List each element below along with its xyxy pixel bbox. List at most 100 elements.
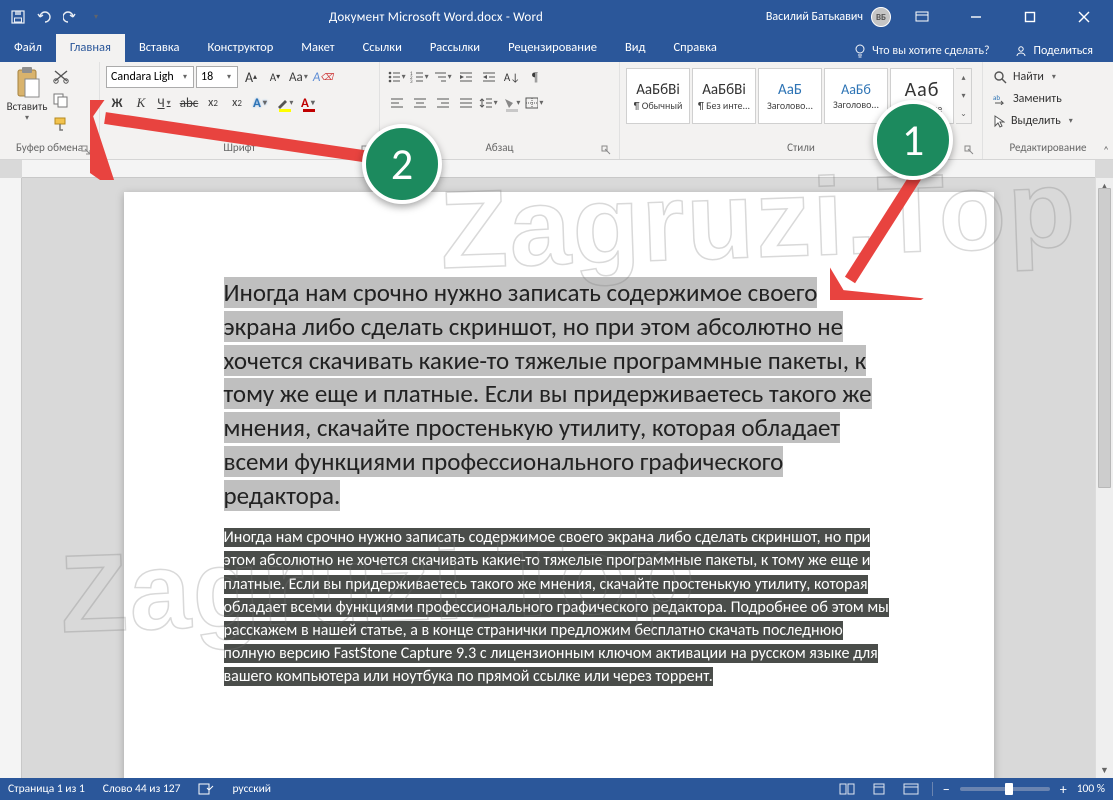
dialog-launcher-icon[interactable]	[601, 145, 613, 157]
superscript-button[interactable]: x2	[226, 92, 248, 114]
svg-text:ab: ab	[993, 93, 1000, 102]
close-icon[interactable]	[1061, 0, 1107, 34]
tab-view[interactable]: Вид	[611, 34, 660, 62]
paragraph-1[interactable]: Иногда нам срочно нужно записать содержи…	[224, 276, 894, 512]
title-bar: ▾ Документ Microsoft Word.docx - Word Ва…	[0, 0, 1113, 34]
tab-insert[interactable]: Вставка	[125, 34, 194, 62]
zoom-slider[interactable]	[960, 787, 1050, 791]
copy-icon[interactable]	[52, 92, 72, 110]
paste-button[interactable]: Вставить ▾	[6, 66, 48, 123]
italic-button[interactable]: К	[130, 92, 152, 114]
style-no-spacing[interactable]: АаБбВі¶ Без инте...	[692, 68, 756, 124]
align-right-icon[interactable]	[432, 92, 454, 114]
style-heading1[interactable]: АаБЗаголово...	[758, 68, 822, 124]
bullets-icon[interactable]: ▾	[386, 66, 408, 88]
user-name[interactable]: Василий Батькавич	[766, 10, 863, 24]
redo-icon[interactable]	[60, 7, 80, 27]
dialog-launcher-icon[interactable]	[81, 145, 93, 157]
tab-mailings[interactable]: Рассылки	[416, 34, 494, 62]
align-left-icon[interactable]	[386, 92, 408, 114]
status-language[interactable]: русский	[232, 782, 271, 796]
justify-icon[interactable]	[455, 92, 477, 114]
group-font: Candara Ligh▾ 18▾ A▴ A▾ Aa▾ A⌫ Ж К Ч▾ ab…	[100, 62, 380, 159]
styles-more[interactable]: ▴▾⌄	[956, 68, 972, 124]
replace-button[interactable]: abЗаменить	[989, 88, 1066, 110]
text-effects-icon[interactable]: A▾	[250, 92, 272, 114]
read-mode-icon[interactable]	[836, 780, 858, 798]
cursor-icon	[993, 114, 1005, 128]
page: Иногда нам срочно нужно записать содержи…	[124, 192, 994, 778]
font-size-select[interactable]: 18▾	[196, 66, 238, 88]
style-normal[interactable]: АаБбВі¶ Обычный	[626, 68, 690, 124]
change-case-icon[interactable]: Aa▾	[288, 66, 310, 88]
scroll-down-icon[interactable]: ▼	[1096, 762, 1113, 778]
dialog-launcher-icon[interactable]	[964, 145, 976, 157]
decrease-indent-icon[interactable]	[455, 66, 477, 88]
chevron-down-icon: ▾	[23, 113, 31, 123]
font-name-select[interactable]: Candara Ligh▾	[106, 66, 194, 88]
maximize-icon[interactable]	[1007, 0, 1053, 34]
shrink-font-icon[interactable]: A▾	[264, 66, 286, 88]
zoom-level[interactable]: 100 %	[1077, 782, 1105, 796]
clipboard-label: Буфер обмена	[16, 141, 83, 154]
select-button[interactable]: Выделить▾	[989, 110, 1079, 132]
tab-layout[interactable]: Макет	[287, 34, 348, 62]
tab-help[interactable]: Справка	[660, 34, 731, 62]
minimize-icon[interactable]	[953, 0, 999, 34]
underline-button[interactable]: Ч▾	[154, 92, 176, 114]
vertical-ruler[interactable]	[0, 178, 22, 778]
find-button[interactable]: Найти▾	[989, 66, 1062, 88]
share-button[interactable]: Поделиться	[1004, 40, 1103, 62]
sort-icon[interactable]: A↓	[501, 66, 523, 88]
style-heading2[interactable]: АаБбЗаголово...	[824, 68, 888, 124]
zoom-out-icon[interactable]: −	[943, 781, 950, 798]
tab-design[interactable]: Конструктор	[193, 34, 287, 62]
spellcheck-icon[interactable]	[198, 782, 214, 796]
share-icon	[1014, 45, 1028, 57]
tab-references[interactable]: Ссылки	[349, 34, 416, 62]
ribbon-display-icon[interactable]	[899, 0, 945, 34]
scroll-thumb[interactable]	[1098, 188, 1111, 488]
tab-home[interactable]: Главная	[56, 34, 125, 62]
zoom-in-icon[interactable]: +	[1060, 781, 1067, 798]
document-area[interactable]: Иногда нам срочно нужно записать содержи…	[22, 178, 1095, 778]
collapse-ribbon-icon[interactable]: ˄	[1103, 144, 1109, 157]
window-title: Документ Microsoft Word.docx - Word	[106, 10, 766, 25]
increase-indent-icon[interactable]	[478, 66, 500, 88]
numbering-icon[interactable]: 123▾	[409, 66, 431, 88]
workspace: Иногда нам срочно нужно записать содержи…	[0, 160, 1113, 778]
paragraph-2[interactable]: Иногда нам срочно нужно записать содержи…	[224, 526, 894, 688]
editing-label: Редактирование	[1010, 141, 1087, 154]
font-color-icon[interactable]: A▾	[298, 92, 320, 114]
vertical-scrollbar[interactable]: ▲ ▼	[1095, 178, 1113, 778]
bold-button[interactable]: Ж	[106, 92, 128, 114]
tab-file[interactable]: Файл	[0, 34, 56, 62]
tab-review[interactable]: Рецензирование	[494, 34, 611, 62]
format-painter-icon[interactable]	[52, 116, 72, 134]
shading-icon[interactable]: ▾	[501, 92, 523, 114]
clear-format-icon[interactable]: A⌫	[312, 66, 334, 88]
qat-customize-icon[interactable]: ▾	[86, 7, 106, 27]
multilevel-list-icon[interactable]: ▾	[432, 66, 454, 88]
web-layout-icon[interactable]	[900, 780, 922, 798]
grow-font-icon[interactable]: A▴	[240, 66, 262, 88]
strikethrough-button[interactable]: abc	[178, 92, 200, 114]
undo-icon[interactable]	[34, 7, 54, 27]
annotation-badge-1: 1	[873, 100, 953, 180]
group-editing: Найти▾ abЗаменить Выделить▾ Редактирован…	[983, 62, 1113, 159]
save-icon[interactable]	[8, 7, 28, 27]
line-spacing-icon[interactable]: ▾	[478, 92, 500, 114]
search-icon	[993, 70, 1007, 84]
share-label: Поделиться	[1034, 44, 1093, 58]
tell-me[interactable]: Что вы хотите сделать?	[844, 40, 999, 62]
highlight-color-icon[interactable]: ▾	[274, 92, 296, 114]
show-marks-icon[interactable]: ¶	[524, 66, 546, 88]
align-center-icon[interactable]	[409, 92, 431, 114]
print-layout-icon[interactable]	[868, 780, 890, 798]
borders-icon[interactable]: ▾	[524, 92, 546, 114]
status-page[interactable]: Страница 1 из 1	[8, 782, 85, 796]
subscript-button[interactable]: x2	[202, 92, 224, 114]
status-words[interactable]: Слово 44 из 127	[103, 782, 181, 796]
cut-icon[interactable]	[52, 68, 72, 86]
user-avatar[interactable]: ВБ	[871, 7, 891, 27]
